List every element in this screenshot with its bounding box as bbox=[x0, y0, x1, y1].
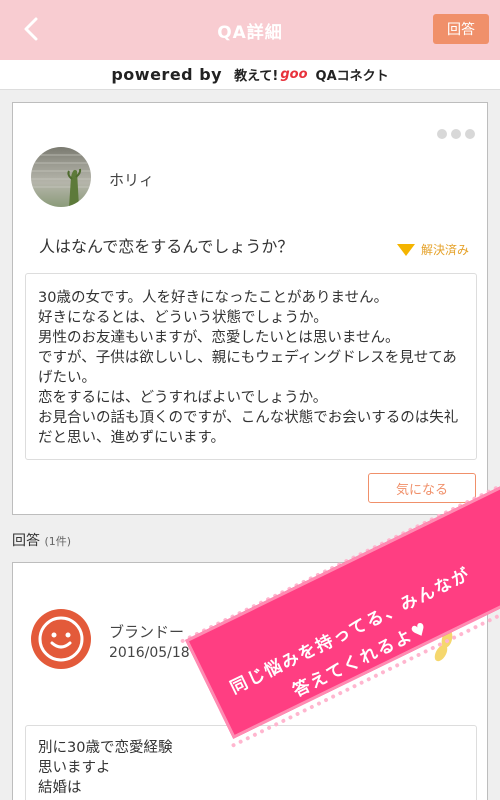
question-username[interactable]: ホリィ bbox=[109, 169, 154, 190]
top-app-bar: QA詳細 回答 bbox=[0, 0, 500, 60]
resolved-label: 解決済み bbox=[420, 243, 469, 257]
brand-prefix: 教えて! bbox=[234, 69, 279, 84]
profile-photo-icon bbox=[31, 154, 91, 207]
page-title: QA詳細 bbox=[217, 23, 283, 43]
answer-username[interactable]: ブランドー bbox=[109, 621, 184, 642]
brand-logo: 教えて! goo QAコネクト bbox=[234, 65, 389, 84]
answers-heading: 回答 (1件) bbox=[12, 530, 71, 550]
brand-suffix: QAコネクト bbox=[315, 69, 389, 84]
avatar bbox=[31, 147, 91, 207]
smiley-face-icon bbox=[38, 616, 84, 662]
question-card: ホリィ 人はなんで恋をするんでしょうか？ 解決済み 30歳の女です。人を好きにな… bbox=[12, 102, 488, 515]
watch-button[interactable]: 気になる bbox=[368, 473, 476, 503]
more-options-icon[interactable] bbox=[437, 129, 475, 139]
resolved-status: 解決済み bbox=[396, 241, 469, 258]
brand-goo: goo bbox=[280, 67, 308, 82]
avatar bbox=[31, 609, 91, 669]
triangle-down-icon bbox=[396, 243, 415, 256]
question-body: 30歳の女です。人を好きになったことがありません。 好きになるとは、どういう状態… bbox=[25, 273, 477, 460]
answers-heading-label: 回答 bbox=[12, 533, 40, 549]
question-title: 人はなんで恋をするんでしょうか？ bbox=[39, 237, 294, 256]
powered-by-text: powered by bbox=[111, 65, 223, 84]
powered-by-bar: powered by 教えて! goo QAコネクト bbox=[0, 60, 500, 90]
answer-button[interactable]: 回答 bbox=[433, 14, 489, 44]
answers-count: (1件) bbox=[44, 535, 72, 548]
